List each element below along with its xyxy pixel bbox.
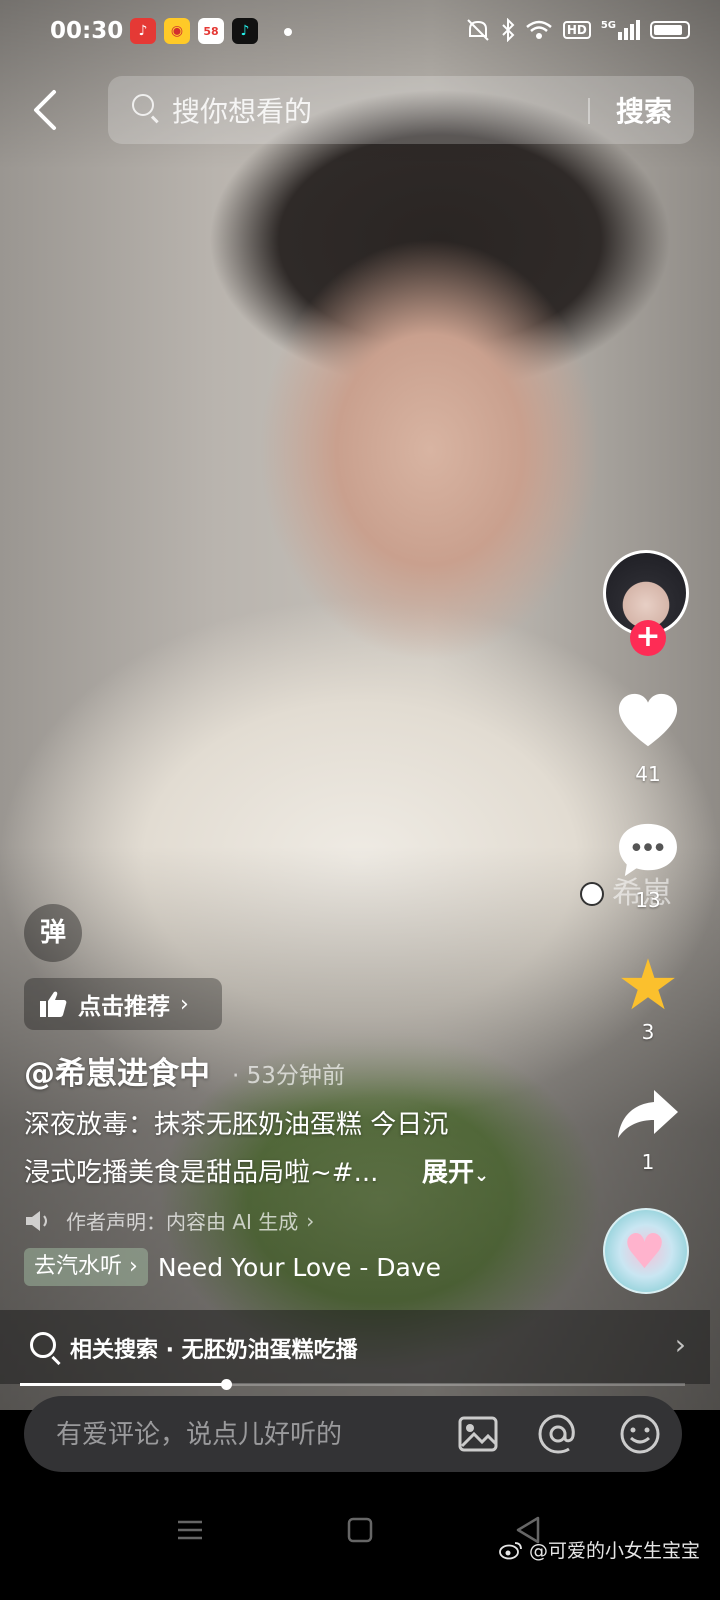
58-app-icon: 58 xyxy=(198,18,224,44)
star-icon: ★ xyxy=(616,944,680,1026)
danmu-toggle-button[interactable]: 弹 xyxy=(24,904,82,962)
follow-button[interactable]: + xyxy=(630,620,666,656)
favorite-button[interactable]: ★ 3 xyxy=(608,950,688,1044)
comment-input[interactable] xyxy=(54,1414,438,1456)
heart-disc-icon: ♥ xyxy=(623,1224,667,1280)
ai-notice[interactable]: 作者声明：内容由 AI 生成 › xyxy=(24,1206,314,1235)
expand-label: 展开 xyxy=(422,1158,475,1188)
related-search-text: 相关搜索 · 无胚奶油蛋糕吃播 xyxy=(70,1338,358,1363)
weibo-app-icon: ◉ xyxy=(164,18,190,44)
chevron-right-icon: › xyxy=(306,1208,315,1233)
tiktok-app-icon: ♪ xyxy=(232,18,258,44)
notification-dot xyxy=(284,28,292,36)
status-time: 00:30 xyxy=(50,18,124,44)
comment-icon xyxy=(619,823,677,877)
music-tag-label: 去汽水听 xyxy=(34,1254,123,1279)
expand-button[interactable]: 展开⌄ xyxy=(422,1152,489,1189)
search-icon xyxy=(30,1332,56,1358)
recommend-label: 点击推荐 xyxy=(78,994,170,1020)
ai-notice-text: 作者声明：内容由 AI 生成 xyxy=(66,1210,299,1234)
emoji-icon[interactable] xyxy=(618,1412,662,1456)
music-row[interactable]: 去汽水听 › Need Your Love - Dave xyxy=(24,1248,441,1286)
signal-icon: 5G xyxy=(601,20,640,40)
image-icon[interactable] xyxy=(456,1412,500,1456)
chevron-right-icon: › xyxy=(129,1254,138,1279)
chevron-left-icon xyxy=(34,90,56,130)
wifi-icon xyxy=(526,20,552,39)
weibo-icon xyxy=(499,1541,522,1559)
at-mention-icon[interactable] xyxy=(536,1412,580,1456)
speaker-icon xyxy=(26,1210,47,1231)
share-count: 1 xyxy=(641,1150,655,1174)
search-icon xyxy=(132,94,154,116)
soccer-ball-icon xyxy=(580,882,604,906)
bluetooth-icon xyxy=(502,18,515,42)
watermark: @可爱的小女生宝宝 xyxy=(499,1536,700,1563)
menu-icon[interactable] xyxy=(170,1510,210,1550)
post-time: · 53分钟前 xyxy=(232,1063,345,1089)
music-title: Need Your Love - Dave xyxy=(157,1252,442,1282)
watermark-text: @可爱的小女生宝宝 xyxy=(528,1540,700,1562)
status-icons: HD 5G xyxy=(465,18,690,42)
description-line-2: 浸式吃播美食是甜品局啦~#... xyxy=(24,1158,379,1188)
related-search-bar[interactable]: 相关搜索 · 无胚奶油蛋糕吃播 › xyxy=(0,1310,710,1384)
share-icon xyxy=(618,1090,678,1138)
search-box[interactable]: 搜索 xyxy=(108,76,694,144)
like-count: 41 xyxy=(635,762,661,786)
comment-count: 13 xyxy=(635,888,661,912)
progress-fill xyxy=(20,1383,227,1386)
thumbs-up-icon xyxy=(40,991,67,1017)
author-name[interactable]: @希崽进食中 xyxy=(24,1048,210,1093)
heart-icon xyxy=(618,693,678,747)
battery-icon xyxy=(650,21,690,39)
search-button[interactable]: 搜索 xyxy=(616,90,672,130)
hd-icon: HD xyxy=(562,21,591,39)
chevron-down-icon: ⌄ xyxy=(474,1165,490,1186)
search-input[interactable] xyxy=(170,90,554,132)
like-button[interactable]: 41 xyxy=(608,690,688,786)
music-disc[interactable]: ♥ xyxy=(603,1208,689,1294)
music-app-icon: ♪ xyxy=(130,18,156,44)
chevron-right-icon: › xyxy=(180,991,189,1017)
back-button[interactable] xyxy=(30,88,70,132)
music-tag[interactable]: 去汽水听 › xyxy=(24,1248,148,1286)
share-button[interactable]: 1 xyxy=(608,1088,688,1174)
search-divider xyxy=(588,98,590,124)
status-bar: 00:30 ♪ ◉ 58 ♪ HD 5G xyxy=(0,0,720,64)
home-icon[interactable] xyxy=(340,1510,380,1550)
network-type-label: 5G xyxy=(600,20,616,31)
mute-icon xyxy=(467,19,489,41)
recommend-button[interactable]: 点击推荐 › xyxy=(24,978,222,1030)
comment-bar[interactable] xyxy=(24,1396,682,1472)
chevron-right-icon: › xyxy=(674,1328,686,1361)
comment-button[interactable]: 13 xyxy=(608,822,688,912)
description-line-1: 深夜放毒：抹茶无胚奶油蛋糕 今日沉 xyxy=(24,1110,449,1140)
progress-bar[interactable] xyxy=(20,1379,685,1390)
